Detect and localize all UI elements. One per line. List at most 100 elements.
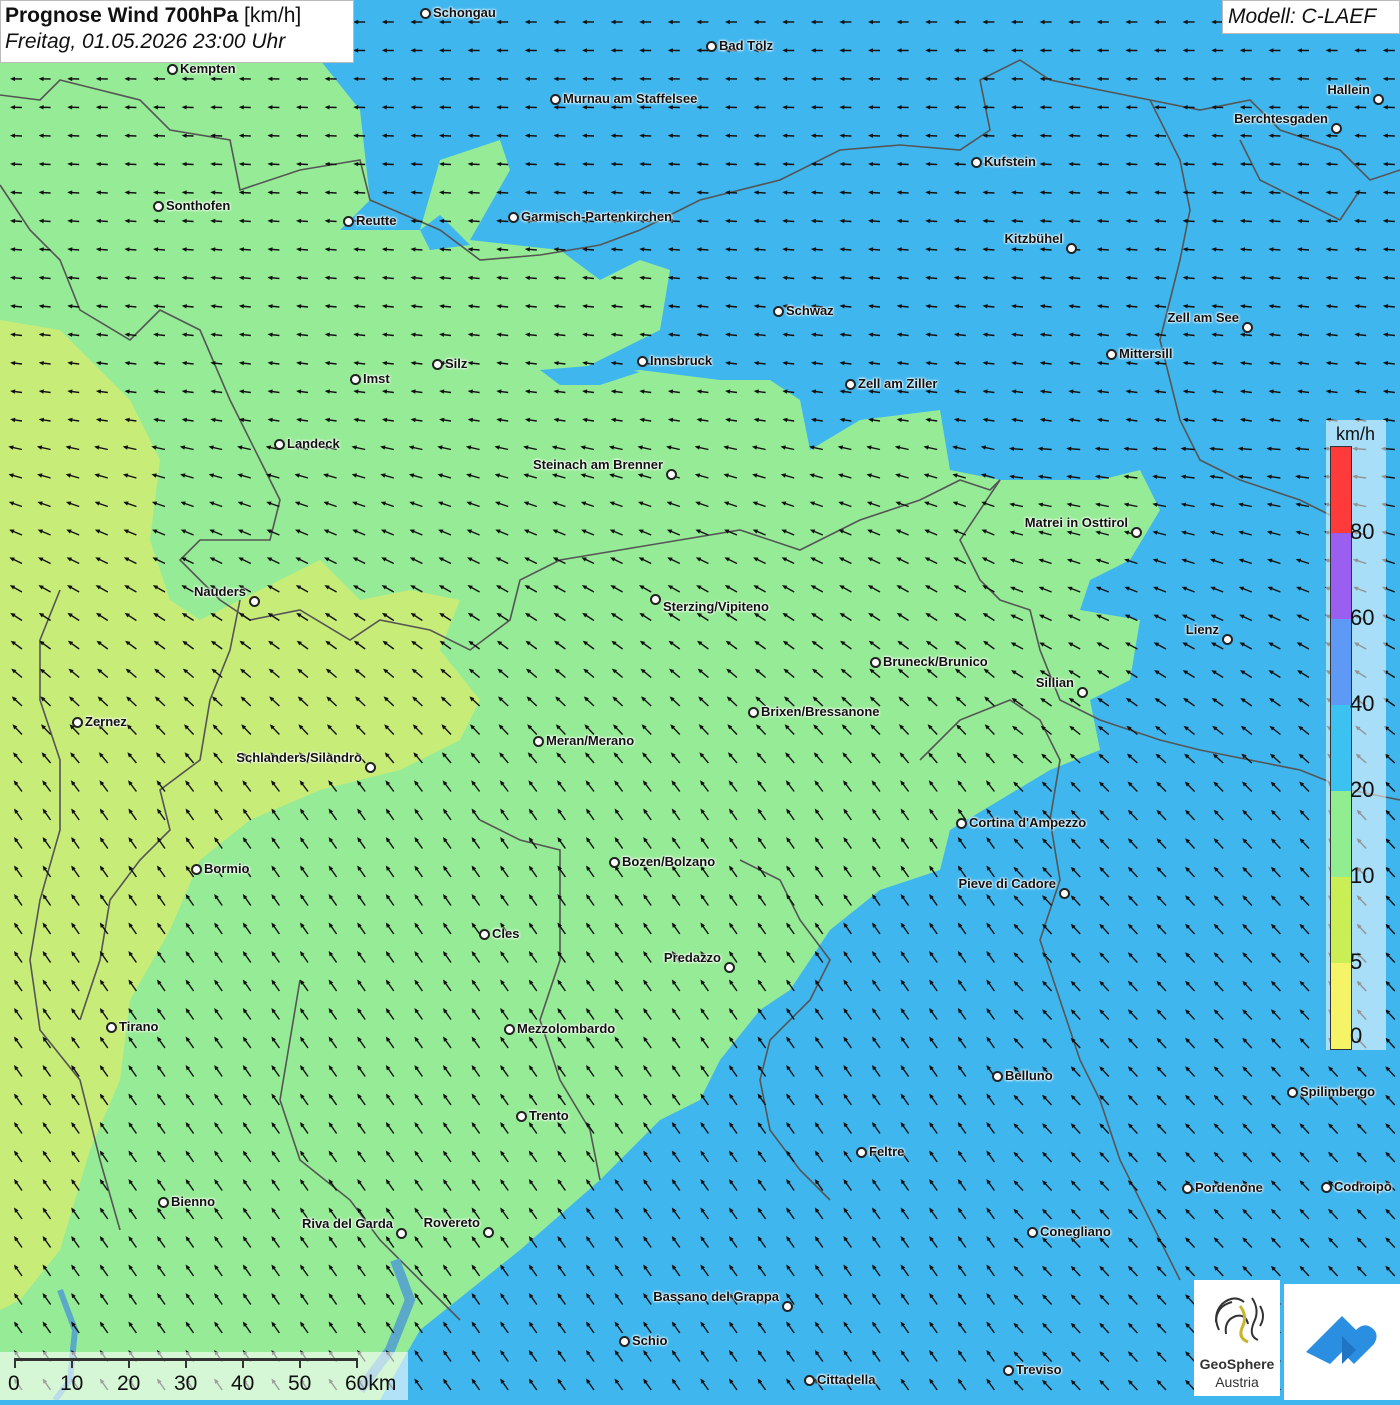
legend-tick-label: 20 — [1350, 777, 1374, 803]
city-dot — [343, 216, 354, 227]
city-dot — [158, 1197, 169, 1208]
city-dot — [724, 962, 735, 973]
scale-label: 40 — [231, 1372, 254, 1396]
city-dot — [550, 94, 561, 105]
legend-segment — [1331, 619, 1351, 705]
model-label: Modell: C-LAEF — [1222, 0, 1400, 34]
city-label: Bienno — [171, 1194, 215, 1209]
city-dot — [153, 201, 164, 212]
city-label: Reutte — [356, 213, 396, 228]
city-label: Cles — [492, 926, 519, 941]
legend-segment — [1331, 705, 1351, 791]
city-label: Rovereto — [424, 1215, 480, 1230]
city-dot — [773, 306, 784, 317]
city-dot — [106, 1022, 117, 1033]
geosphere-country: Austria — [1194, 1374, 1280, 1390]
city-dot — [1059, 888, 1070, 899]
city-dot — [72, 717, 83, 728]
city-label: Kufstein — [984, 154, 1036, 169]
city-label: Garmisch-Partenkirchen — [521, 209, 672, 224]
city-dot — [992, 1071, 1003, 1082]
city-dot — [706, 41, 717, 52]
city-label: Codroipo — [1334, 1179, 1392, 1194]
title-unit: [km/h] — [244, 4, 301, 27]
city-label: Innsbruck — [650, 353, 712, 368]
city-dot — [508, 212, 519, 223]
legend-segment — [1331, 963, 1351, 1049]
weather-app-logo — [1284, 1284, 1400, 1400]
city-dot — [1131, 527, 1142, 538]
city-label: Bormio — [204, 861, 250, 876]
city-label: Zell am Ziller — [858, 376, 937, 391]
city-label: Imst — [363, 371, 390, 386]
city-label: Bruneck/Brunico — [883, 654, 988, 669]
city-dot — [483, 1227, 494, 1238]
scale-label: 20 — [117, 1372, 140, 1396]
legend-tick-label: 5 — [1350, 949, 1362, 975]
city-label: Mittersill — [1119, 346, 1172, 361]
legend-segment — [1331, 877, 1351, 963]
legend-tick-label: 60 — [1350, 605, 1374, 631]
city-dot — [167, 64, 178, 75]
city-label: Steinach am Brenner — [533, 457, 663, 472]
city-dot — [1182, 1183, 1193, 1194]
city-dot — [533, 736, 544, 747]
city-label: Mezzolombardo — [517, 1021, 615, 1036]
city-label: Meran/Merano — [546, 733, 634, 748]
city-dot — [479, 929, 490, 940]
city-label: Spilimbergo — [1300, 1084, 1375, 1099]
city-label: Nauders — [194, 584, 246, 599]
geosphere-name: GeoSphere — [1194, 1356, 1280, 1372]
legend-segment — [1331, 533, 1351, 619]
city-label: Schwaz — [786, 303, 834, 318]
city-label: Matrei in Osttirol — [1025, 515, 1128, 530]
scale-tick — [242, 1358, 244, 1368]
city-dot — [1077, 687, 1088, 698]
city-label: Pordenone — [1195, 1180, 1263, 1195]
city-label: Silz — [445, 356, 467, 371]
map-title: Prognose Wind 700hPa [km/h] — [5, 4, 349, 28]
city-dot — [396, 1228, 407, 1239]
city-dot — [350, 374, 361, 385]
city-label: Belluno — [1005, 1068, 1053, 1083]
city-dot — [432, 359, 443, 370]
city-label: Schongau — [433, 5, 496, 20]
city-label: Cortina d'Ampezzo — [969, 815, 1086, 830]
city-dot — [504, 1024, 515, 1035]
scale-label: 10 — [60, 1372, 83, 1396]
color-legend: km/h 806040201050 — [1326, 420, 1386, 1050]
city-dot — [365, 762, 376, 773]
city-label: Trento — [529, 1108, 569, 1123]
city-dot — [420, 8, 431, 19]
city-dot — [856, 1147, 867, 1158]
scale-tick — [128, 1358, 130, 1368]
legend-tick-label: 40 — [1350, 691, 1374, 717]
city-label: Kitzbühel — [1005, 231, 1064, 246]
city-dot — [1106, 349, 1117, 360]
city-dot — [274, 439, 285, 450]
legend-tick-label: 80 — [1350, 519, 1374, 545]
cloud-arrow-icon — [1284, 1284, 1400, 1400]
city-label: Predazzo — [664, 950, 721, 965]
city-dot — [971, 157, 982, 168]
city-dot — [1066, 243, 1077, 254]
scale-tick — [299, 1358, 301, 1368]
city-label: Sterzing/Vipiteno — [663, 599, 769, 614]
scale-tick — [71, 1358, 73, 1368]
city-dot — [666, 469, 677, 480]
city-label: Kempten — [180, 61, 236, 76]
city-label: Bozen/Bolzano — [622, 854, 715, 869]
city-dot — [1287, 1087, 1298, 1098]
scale-tick — [356, 1358, 358, 1368]
scale-label: 50 — [288, 1372, 311, 1396]
city-label: Zernez — [85, 714, 127, 729]
city-dot — [956, 818, 967, 829]
city-dot — [1373, 94, 1384, 105]
city-dot — [650, 594, 661, 605]
city-dot — [1222, 634, 1233, 645]
city-dot — [516, 1111, 527, 1122]
city-label: Bad Tölz — [719, 38, 773, 53]
city-label: Lienz — [1186, 622, 1219, 637]
scale-label: 0 — [8, 1372, 20, 1396]
legend-segment — [1331, 791, 1351, 877]
